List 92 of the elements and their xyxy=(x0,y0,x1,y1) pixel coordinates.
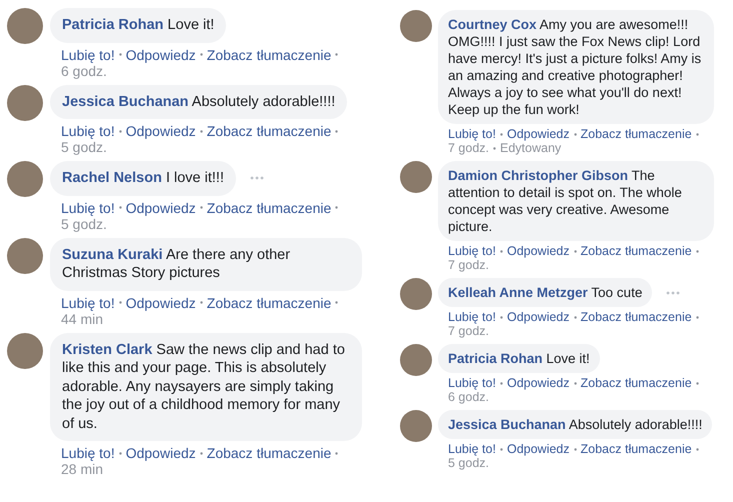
author-link[interactable]: Rachel Nelson xyxy=(62,170,162,186)
separator-dot-icon xyxy=(200,301,203,304)
author-link[interactable]: Jessica Buchanan xyxy=(448,417,566,432)
avatar-placeholder[interactable] xyxy=(400,344,432,376)
separator-dot-icon xyxy=(574,132,577,136)
author-link[interactable]: Kristen Clark xyxy=(62,342,152,358)
separator-dot-icon xyxy=(500,250,503,252)
comment-action-link[interactable]: Lubię to! xyxy=(448,244,496,258)
comment-action-link[interactable]: Odpowiedz xyxy=(126,123,196,139)
comment-action-link[interactable]: Odpowiedz xyxy=(126,200,196,216)
comment-action-link[interactable]: Zobacz tłumaczenie xyxy=(580,244,692,258)
edited-label: Edytowany xyxy=(500,141,562,155)
separator-dot-icon xyxy=(118,206,122,209)
comment-text: Jessica Buchanan Absolutely adorable!!!! xyxy=(448,416,702,433)
comment-text: Kristen Clark Saw the news clip and had to like this and your page. This is absolutely adorable. Any naysayers are simply taking the joy out of a childhood memory for many of us. xyxy=(62,340,346,433)
avatar-placeholder[interactable] xyxy=(400,10,432,42)
author-link[interactable]: Jessica Buchanan xyxy=(62,94,189,110)
comment-action-link[interactable]: Zobacz tłumaczenie xyxy=(580,310,692,324)
avatar-placeholder[interactable] xyxy=(7,84,43,120)
author-link[interactable]: Damion Christopher Gibson xyxy=(448,168,628,183)
author-link[interactable]: Courtney Cox xyxy=(448,17,537,32)
avatar-placeholder[interactable] xyxy=(400,161,432,193)
comment-action-link[interactable]: Odpowiedz xyxy=(126,445,196,461)
separator-dot-icon xyxy=(500,448,503,450)
author-link[interactable]: Kelleah Anne Metzger xyxy=(448,285,588,300)
separator-dot-icon xyxy=(335,130,338,132)
comment-text: Jessica Buchanan Absolutely adorable!!!! xyxy=(62,92,336,111)
separator-dot-icon xyxy=(696,382,699,384)
separator-dot-icon xyxy=(574,382,577,384)
comment-text: Damion Christopher Gibson The attention to detail is spot on. The whole concept was very creative. Awesome picture. xyxy=(448,167,683,235)
comment-action-link[interactable]: Zobacz tłumaczenie xyxy=(580,442,692,456)
avatar-placeholder[interactable] xyxy=(400,278,432,310)
avatar-placeholder[interactable] xyxy=(7,8,43,44)
comment-action-link[interactable]: Odpowiedz xyxy=(126,46,196,62)
comment-text: Rachel Nelson I love it!!! xyxy=(62,169,224,188)
avatar-placeholder[interactable] xyxy=(400,410,432,442)
avatar-placeholder[interactable] xyxy=(7,161,43,197)
comment-action-link[interactable]: Lubię to! xyxy=(61,294,115,310)
comment-text: Suzuna Kuraki Are there any other Christmas Story pictures xyxy=(62,246,292,282)
avatar-placeholder[interactable] xyxy=(7,332,43,368)
separator-dot-icon xyxy=(335,301,338,304)
separator-dot-icon xyxy=(118,53,122,56)
separator-dot-icon xyxy=(118,452,122,454)
comment-action-link[interactable]: Lubię to! xyxy=(448,127,496,141)
separator-dot-icon xyxy=(574,448,577,450)
separator-dot-icon xyxy=(200,452,203,454)
separator-dot-icon xyxy=(500,382,503,384)
separator-dot-icon xyxy=(118,301,122,304)
separator-dot-icon xyxy=(335,53,338,56)
comment-action-link[interactable]: Zobacz tłumaczenie xyxy=(206,123,332,139)
comment-action-link[interactable]: Odpowiedz xyxy=(506,310,570,324)
comment-text: Courtney Cox Amy you are awesome!!! OMG!!!! I just saw the Fox News clip! Lord have mercy! It's just a picture folks! Amy is an amazing and creative photographer! Always a joy to see what you'll do next! Keep up the fun work! xyxy=(448,16,702,118)
separator-dot-icon xyxy=(696,132,699,136)
comment-action-link[interactable]: Odpowiedz xyxy=(506,244,570,258)
separator-dot-icon xyxy=(118,130,122,132)
comment-action-link[interactable]: Zobacz tłumaczenie xyxy=(206,445,332,461)
separator-dot-icon xyxy=(200,53,203,56)
separator-dot-icon xyxy=(200,206,203,209)
separator-dot-icon xyxy=(500,132,503,136)
author-link[interactable]: Patricia Rohan xyxy=(448,351,543,366)
separator-dot-icon xyxy=(696,250,699,252)
comment-text: Patricia Rohan Love it! xyxy=(448,350,590,367)
separator-dot-icon xyxy=(696,448,699,450)
comment-action-link[interactable]: Odpowiedz xyxy=(506,442,570,456)
comment-action-link[interactable]: Zobacz tłumaczenie xyxy=(206,46,332,62)
comment-action-link[interactable]: Zobacz tłumaczenie xyxy=(580,127,692,141)
comment-action-link[interactable]: Lubię to! xyxy=(448,442,496,456)
separator-dot-icon xyxy=(200,130,203,132)
avatar-placeholder[interactable] xyxy=(7,238,43,274)
author-link[interactable]: Suzuna Kuraki xyxy=(62,246,163,262)
comment-action-link[interactable]: Odpowiedz xyxy=(506,376,570,390)
separator-dot-icon xyxy=(574,250,577,252)
separator-dot-icon xyxy=(335,452,338,454)
separator-dot-icon xyxy=(493,146,496,150)
comment-action-link[interactable]: Zobacz tłumaczenie xyxy=(206,200,332,216)
comment-action-link[interactable]: Zobacz tłumaczenie xyxy=(580,376,692,390)
author-link[interactable]: Patricia Rohan xyxy=(62,17,164,33)
comment-action-link[interactable]: Zobacz tłumaczenie xyxy=(206,294,332,310)
comment-action-link[interactable]: Odpowiedz xyxy=(126,294,196,310)
separator-dot-icon xyxy=(574,316,577,318)
comment-action-link[interactable]: Lubię to! xyxy=(448,310,496,324)
comment-action-link[interactable]: Lubię to! xyxy=(61,46,115,62)
separator-dot-icon xyxy=(335,206,338,209)
separator-dot-icon xyxy=(696,316,699,318)
comment-action-link[interactable]: Odpowiedz xyxy=(506,127,570,141)
comment-action-link[interactable]: Lubię to! xyxy=(61,123,115,139)
comment-action-link[interactable]: Lubię to! xyxy=(448,376,496,390)
comment-text: Patricia Rohan Love it! xyxy=(62,16,214,34)
separator-dot-icon xyxy=(500,316,503,318)
comment-action-link[interactable]: Lubię to! xyxy=(61,200,115,216)
comment-text: Kelleah Anne Metzger Too cute xyxy=(448,284,642,301)
comment-action-link[interactable]: Lubię to! xyxy=(61,445,115,461)
